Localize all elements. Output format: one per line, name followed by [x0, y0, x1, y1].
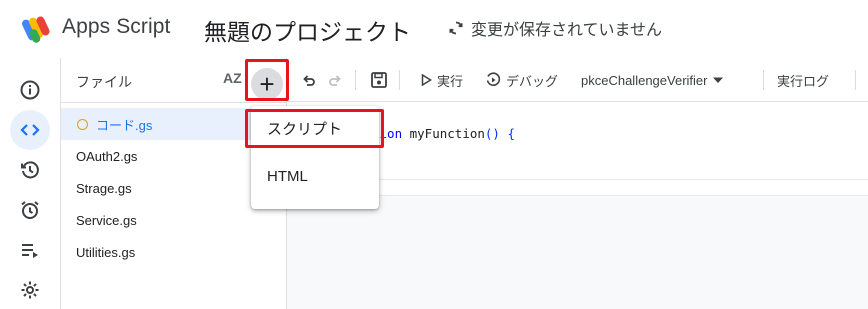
info-icon — [20, 80, 40, 100]
menu-item-script[interactable]: スクリプト — [251, 108, 379, 148]
function-select-value: pkceChallengeVerifier — [581, 72, 708, 88]
code-paren: () { — [484, 126, 516, 141]
executions-icon — [22, 244, 38, 258]
debug-button[interactable]: デバッグ — [485, 58, 558, 102]
code-icon — [20, 124, 40, 136]
save-button[interactable] — [369, 58, 389, 102]
execution-log-button[interactable]: 実行ログ — [777, 58, 829, 102]
function-select[interactable]: pkceChallengeVerifier — [581, 58, 724, 102]
divider — [355, 70, 356, 90]
debug-label: デバッグ — [506, 73, 559, 89]
save-icon — [371, 72, 387, 88]
project-title[interactable]: 無題のプロジェクト — [204, 13, 411, 47]
run-button[interactable]: 実行 — [421, 58, 463, 102]
execution-log-label: 実行ログ — [777, 73, 830, 89]
top-bar: Apps Script 無題のプロジェクト 変更が保存されていません — [0, 0, 868, 58]
save-status-text: 変更が保存されていません — [471, 20, 663, 39]
menu-item-html[interactable]: HTML — [251, 156, 379, 196]
undo-button[interactable] — [301, 58, 317, 102]
redo-button[interactable] — [327, 58, 343, 102]
save-status: 変更が保存されていません — [448, 16, 662, 40]
file-name: コード.gs — [96, 117, 153, 133]
overview-button[interactable] — [10, 70, 50, 110]
redo-icon — [329, 75, 341, 86]
file-item[interactable]: Utilities.gs — [61, 236, 287, 268]
history-icon — [21, 161, 39, 179]
apps-script-logo-icon[interactable] — [22, 13, 54, 45]
divider — [399, 70, 400, 90]
editor-button[interactable] — [10, 110, 50, 150]
triggers-button[interactable] — [10, 190, 50, 230]
file-name: OAuth2.gs — [76, 148, 138, 164]
code-identifier: myFunction — [402, 126, 485, 141]
editor-toolbar: 実行 デバッグ pkceChallengeVerifier 実行ログ — [287, 58, 868, 102]
history-button[interactable] — [10, 150, 50, 190]
run-label: 実行 — [437, 73, 464, 89]
add-file-menu: スクリプト HTML — [251, 106, 379, 209]
divider — [763, 70, 764, 90]
settings-button[interactable] — [10, 270, 50, 309]
executions-button[interactable] — [10, 230, 50, 270]
file-name: Strage.gs — [76, 180, 132, 196]
file-name: Utilities.gs — [76, 244, 136, 260]
divider — [855, 70, 856, 90]
debug-icon — [486, 72, 501, 86]
alarm-icon — [21, 201, 39, 219]
file-name: Service.gs — [76, 212, 137, 228]
unsaved-indicator-icon — [77, 118, 88, 130]
files-title: ファイル — [76, 75, 132, 91]
divider — [61, 102, 287, 103]
undo-icon — [303, 75, 315, 86]
sync-icon — [449, 21, 463, 35]
add-file-button[interactable]: + — [251, 68, 283, 100]
play-icon — [421, 74, 432, 86]
gear-icon — [21, 281, 39, 299]
sort-files-button[interactable]: AZ — [223, 70, 242, 86]
code-line[interactable]: tion myFunction() { — [372, 126, 515, 141]
left-rail — [0, 58, 61, 309]
chevron-down-icon — [713, 77, 724, 83]
app-name[interactable]: Apps Script — [62, 15, 170, 39]
